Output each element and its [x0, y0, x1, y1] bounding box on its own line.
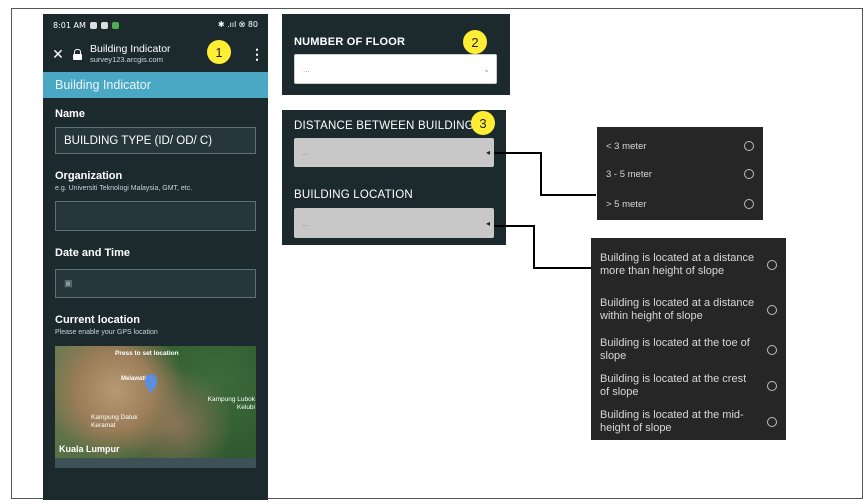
location-option[interactable]: Building is located at a distance within… — [591, 289, 786, 331]
location-option[interactable]: Building is located at the mid-height of… — [591, 407, 786, 437]
radio-icon[interactable] — [767, 305, 777, 315]
map-place-label: Kampung Lubok Kelubi — [207, 396, 255, 411]
radio-icon[interactable] — [767, 381, 777, 391]
notification-icon — [100, 21, 108, 29]
radio-icon[interactable] — [767, 345, 777, 355]
distance-option[interactable]: 3 - 5 meter — [597, 161, 763, 187]
location-field: Current location Please enable your GPS … — [43, 314, 268, 336]
notification-icon — [89, 21, 97, 29]
map-city-label: Kuala Lumpur — [59, 444, 120, 454]
distance-option[interactable]: < 3 meter — [597, 133, 763, 159]
location-options-list: Building is located at a distance more t… — [591, 238, 786, 440]
distance-label: DISTANCE BETWEEN BUILDING — [294, 120, 474, 132]
date-field: Date and Time ▣ — [43, 247, 268, 298]
connector-line — [533, 267, 591, 269]
location-label: Current location — [55, 314, 140, 326]
distance-option[interactable]: > 5 meter — [597, 191, 763, 217]
distance-option-label: < 3 meter — [606, 140, 647, 152]
map-footer-bar — [55, 458, 256, 468]
name-label: Name — [55, 108, 85, 120]
floor-panel: NUMBER OF FLOOR ... ⌄ — [282, 14, 510, 95]
status-right: ✱ .ııl ⮿ 80 — [217, 20, 258, 29]
notification-icon — [111, 21, 119, 29]
status-bar: 8:01 AM ✱ .ııl ⮿ 80 — [43, 14, 268, 36]
organization-field: Organization e.g. Universiti Teknologi M… — [43, 170, 268, 231]
date-label: Date and Time — [55, 247, 130, 259]
more-options-icon[interactable]: ⋮ — [250, 46, 264, 63]
name-input[interactable]: BUILDING TYPE (ID/ OD/ C) — [55, 127, 256, 154]
organization-input[interactable] — [55, 201, 256, 231]
floor-select[interactable]: ... ⌄ — [294, 54, 497, 84]
map-place-label: Melawati — [121, 376, 147, 382]
map-place-label: Kampung Datuk Keramat — [91, 414, 138, 429]
phone-screen: 8:01 AM ✱ .ııl ⮿ 80 ✕ Building Indicator… — [43, 14, 268, 500]
map-press-label: Press to set location — [115, 350, 179, 357]
connector-line — [540, 152, 542, 195]
distance-options-list: < 3 meter 3 - 5 meter > 5 meter — [597, 127, 763, 220]
date-input[interactable]: ▣ — [55, 269, 256, 298]
radio-icon[interactable] — [767, 417, 777, 427]
browser-toolbar: ✕ Building Indicator survey123.arcgis.co… — [43, 36, 268, 72]
building-location-select[interactable]: ... ◂ — [294, 208, 494, 238]
connector-line — [494, 225, 534, 227]
organization-label: Organization — [55, 170, 123, 182]
location-option[interactable]: Building is located at the crest of slop… — [591, 371, 786, 401]
location-hint: Please enable your GPS location — [55, 329, 158, 336]
floor-label: NUMBER OF FLOOR — [294, 36, 406, 48]
organization-hint: e.g. Universiti Teknologi Malaysia, GMT,… — [55, 185, 193, 192]
step-badge-1: 1 — [207, 40, 231, 64]
step-badge-3: 3 — [471, 111, 495, 135]
location-option[interactable]: Building is located at a distance more t… — [591, 244, 786, 286]
distance-placeholder: ... — [302, 148, 309, 157]
radio-icon[interactable] — [767, 260, 777, 270]
connector-line — [533, 225, 535, 268]
building-location-placeholder: ... — [302, 218, 309, 228]
radio-icon[interactable] — [744, 199, 754, 209]
step-badge-2: 2 — [463, 30, 487, 54]
distance-select[interactable]: ... ◂ — [294, 138, 494, 167]
arrow-left-icon: ◂ — [485, 148, 490, 157]
location-option-label: Building is located at the toe of slope — [600, 337, 750, 362]
location-option-label: Building is located at a distance more t… — [600, 252, 755, 277]
distance-option-label: > 5 meter — [606, 198, 647, 210]
connector-line — [494, 152, 541, 154]
name-field: Name BUILDING TYPE (ID/ OD/ C) — [43, 108, 268, 154]
floor-placeholder: ... — [303, 64, 310, 74]
app-header: Building Indicator — [43, 72, 268, 98]
connector-line — [540, 194, 596, 196]
radio-icon[interactable] — [744, 141, 754, 151]
location-option[interactable]: Building is located at the toe of slope — [591, 335, 786, 365]
arrow-left-icon: ◂ — [485, 218, 490, 228]
status-time: 8:01 AM — [53, 20, 86, 30]
lock-icon — [73, 49, 82, 60]
location-pin-icon[interactable] — [145, 374, 157, 394]
building-panel: DISTANCE BETWEEN BUILDING ... ◂ BUILDING… — [282, 110, 506, 245]
chevron-down-icon: ⌄ — [483, 64, 490, 74]
location-option-label: Building is located at the mid-height of… — [600, 409, 744, 434]
calendar-icon: ▣ — [64, 278, 73, 288]
close-icon[interactable]: ✕ — [51, 46, 65, 63]
radio-icon[interactable] — [744, 169, 754, 179]
distance-option-label: 3 - 5 meter — [606, 168, 652, 180]
location-option-label: Building is located at a distance within… — [600, 297, 755, 322]
location-map[interactable]: Press to set location Melawati Kampung L… — [55, 346, 256, 458]
building-location-label: BUILDING LOCATION — [294, 189, 413, 201]
location-option-label: Building is located at the crest of slop… — [600, 373, 747, 398]
